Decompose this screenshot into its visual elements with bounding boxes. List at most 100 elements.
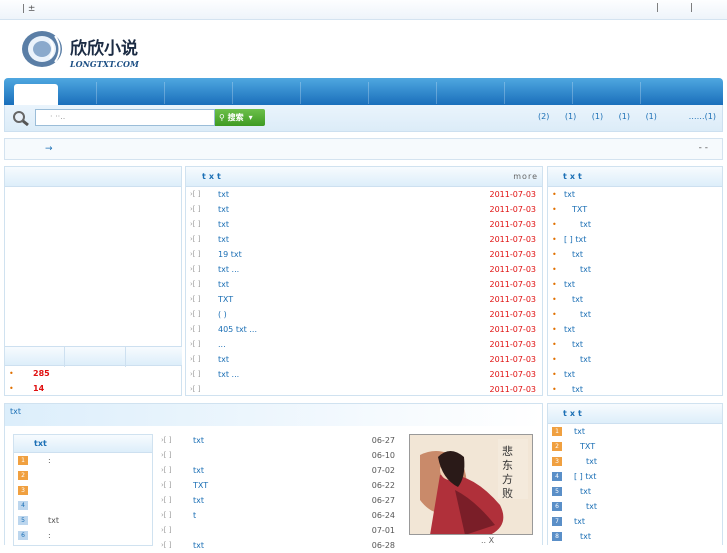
list-item[interactable]: ›[ ] 06-10 <box>157 448 401 463</box>
book-title[interactable]: txt <box>564 277 575 292</box>
book-title[interactable]: txt <box>193 463 204 478</box>
book-title[interactable]: 405 txt ... <box>218 322 257 337</box>
book-title[interactable]: txt <box>193 538 204 553</box>
more-link[interactable]: more <box>513 172 538 181</box>
book-title[interactable]: TXT <box>572 202 587 217</box>
book-title[interactable]: txt <box>574 514 585 529</box>
hot-link[interactable]: (1) <box>619 112 630 121</box>
list-item[interactable]: • txt <box>548 217 722 232</box>
list-item[interactable]: 6: <box>14 528 152 543</box>
list-item[interactable]: 7 txt <box>548 514 722 529</box>
book-title[interactable]: txt ... <box>218 262 239 277</box>
list-item[interactable]: • txt <box>548 337 722 352</box>
list-item[interactable]: ›[ ] txt 06-27 <box>157 493 401 508</box>
list-item[interactable]: • txt <box>548 307 722 322</box>
arrow-right-icon[interactable]: → <box>45 144 53 154</box>
book-title[interactable]: txt <box>218 202 229 217</box>
hot-link-more[interactable]: ……(1) <box>689 112 716 121</box>
list-item[interactable]: ›[ ] txt 2011-07-03 <box>186 277 542 292</box>
list-item[interactable]: • txt <box>548 352 722 367</box>
top-bar-left[interactable]: | ± <box>22 4 35 14</box>
hot-link[interactable]: (1) <box>592 112 603 121</box>
hot-link[interactable]: (2) <box>538 112 549 121</box>
list-item[interactable]: ›[ ] txt 2011-07-03 <box>186 202 542 217</box>
book-title[interactable]: txt <box>572 292 583 307</box>
book-title[interactable]: txt <box>586 454 597 469</box>
list-item[interactable]: • txt <box>548 247 722 262</box>
book-title[interactable]: txt <box>218 277 229 292</box>
book-title[interactable]: txt <box>580 262 591 277</box>
list-item[interactable]: • txt <box>548 382 722 397</box>
book-title[interactable]: t <box>193 508 196 523</box>
list-item[interactable]: ›[ ] ( ) 2011-07-03 <box>186 307 542 322</box>
list-item[interactable]: ›[ ] TXT 06-22 <box>157 478 401 493</box>
list-item[interactable]: 2 <box>14 468 152 483</box>
list-item[interactable]: ›[ ] 07-01 <box>157 523 401 538</box>
book-title[interactable]: txt <box>564 367 575 382</box>
list-item[interactable]: 2 TXT <box>548 439 722 454</box>
list-item[interactable]: 6 txt <box>548 499 722 514</box>
book-title[interactable]: [ ] txt <box>574 469 596 484</box>
list-item[interactable]: ›[ ] t 06-24 <box>157 508 401 523</box>
search-button[interactable]: ⚲ 搜索 ▾ <box>215 109 265 126</box>
hot-link[interactable]: (1) <box>565 112 576 121</box>
book-title[interactable]: TXT <box>218 292 233 307</box>
book-title[interactable]: txt <box>572 337 583 352</box>
book-title[interactable]: txt <box>564 187 575 202</box>
list-item[interactable]: 5 txt <box>14 513 152 528</box>
book-title[interactable]: txt <box>586 499 597 514</box>
book-title[interactable]: txt <box>218 232 229 247</box>
book-title[interactable]: 19 txt <box>218 247 242 262</box>
list-item[interactable]: ›[ ]... 2011-07-03 <box>186 337 542 352</box>
list-item[interactable]: ›[ ] txt 07-02 <box>157 463 401 478</box>
nav-tab-home[interactable] <box>14 84 58 105</box>
book-title[interactable]: : <box>48 528 51 543</box>
list-item[interactable]: ›[ ] txt 06-27 <box>157 433 401 448</box>
list-item[interactable]: 8 txt <box>548 529 722 544</box>
book-title[interactable]: txt <box>218 352 229 367</box>
search-input[interactable]: · ··.. <box>35 109 215 126</box>
list-item[interactable]: ›[ ] txt 2011-07-03 <box>186 187 542 202</box>
list-item[interactable]: • TXT <box>548 202 722 217</box>
list-item[interactable]: 4 <box>14 498 152 513</box>
list-item[interactable]: ›[ ] 19 txt 2011-07-03 <box>186 247 542 262</box>
list-item[interactable]: ›[ ] 405 txt ... 2011-07-03 <box>186 322 542 337</box>
list-item[interactable]: • txt <box>548 277 722 292</box>
list-item[interactable]: 4 [ ] txt <box>548 469 722 484</box>
book-title[interactable]: txt <box>580 352 591 367</box>
book-title[interactable]: txt <box>193 433 204 448</box>
book-title[interactable]: TXT <box>193 478 208 493</box>
list-item[interactable]: 5 txt <box>548 484 722 499</box>
book-title[interactable]: txt <box>218 217 229 232</box>
list-item[interactable]: ›[ ] 2011-07-03 <box>186 382 542 397</box>
list-item[interactable]: 1 txt <box>548 424 722 439</box>
list-item[interactable]: • txt <box>548 322 722 337</box>
list-item[interactable]: • [ ] txt <box>548 232 722 247</box>
list-item[interactable]: ›[ ] txt 2011-07-03 <box>186 352 542 367</box>
list-item[interactable]: 3 txt <box>548 454 722 469</box>
site-logo[interactable]: 欣欣小说 LONGTXT.COM <box>20 28 156 70</box>
list-item[interactable]: • txt <box>548 262 722 277</box>
list-item[interactable]: ›[ ] txt 2011-07-03 <box>186 217 542 232</box>
book-title[interactable]: txt <box>572 382 583 397</box>
list-item[interactable]: 1: <box>14 453 152 468</box>
list-item[interactable]: ›[ ] txt 2011-07-03 <box>186 232 542 247</box>
list-item[interactable]: • txt <box>548 187 722 202</box>
list-item[interactable]: ›[ ] txt ... 2011-07-03 <box>186 262 542 277</box>
book-title[interactable]: ( ) <box>218 307 227 322</box>
book-title[interactable]: txt ... <box>218 367 239 382</box>
book-title[interactable]: txt <box>564 322 575 337</box>
book-title[interactable]: txt <box>580 217 591 232</box>
book-title[interactable]: txt <box>574 424 585 439</box>
book-title[interactable]: txt <box>580 307 591 322</box>
book-title[interactable]: txt <box>48 513 59 528</box>
list-item[interactable]: • txt <box>548 292 722 307</box>
book-title[interactable]: txt <box>580 529 591 544</box>
hot-link[interactable]: (1) <box>646 112 657 121</box>
book-title[interactable]: txt <box>572 247 583 262</box>
book-title[interactable]: : <box>48 453 51 468</box>
list-item[interactable]: • txt <box>548 367 722 382</box>
list-item[interactable]: ›[ ] txt ... 2011-07-03 <box>186 367 542 382</box>
book-title[interactable]: TXT <box>580 439 595 454</box>
book-cover-image[interactable]: 悲 东 方 败 <box>409 434 533 535</box>
